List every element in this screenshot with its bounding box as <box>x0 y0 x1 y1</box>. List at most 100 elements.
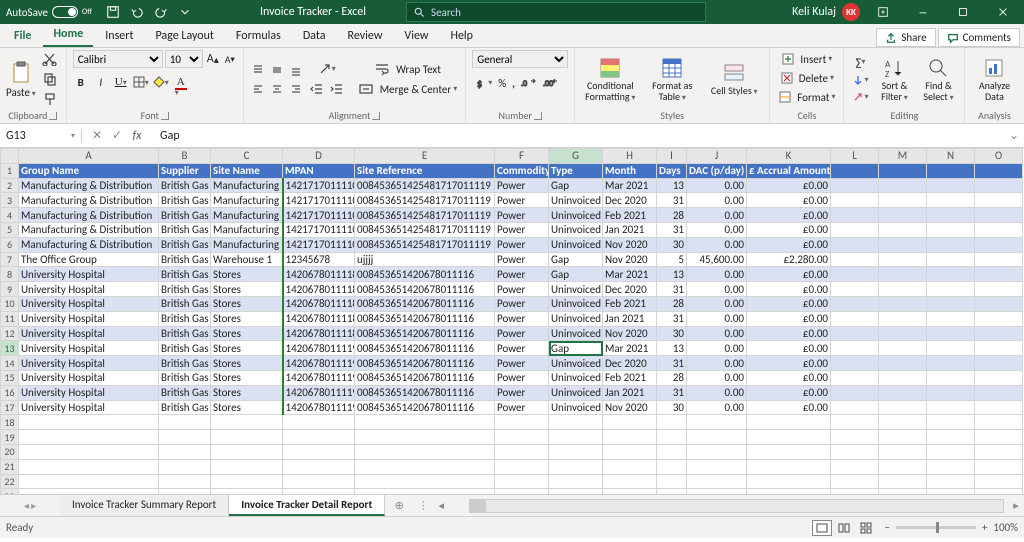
cell[interactable] <box>975 385 1023 400</box>
cell[interactable]: Commodity <box>495 163 549 178</box>
minimize-button[interactable] <box>906 1 940 23</box>
ribbon-options-button[interactable] <box>866 1 900 23</box>
cancel-formula-button[interactable]: ✕ <box>88 128 106 143</box>
cell[interactable]: £0.00 <box>747 370 831 385</box>
cell[interactable]: 1420678011119 <box>283 370 355 385</box>
cell[interactable]: Manufacturing <box>211 178 283 193</box>
worksheet-grid[interactable]: ABCDEFGHIJKLMNO1Group NameSupplierSite N… <box>0 148 1024 494</box>
cell[interactable] <box>975 326 1023 341</box>
cell[interactable] <box>927 444 975 459</box>
cell[interactable] <box>355 415 495 430</box>
cell[interactable]: Power <box>495 296 549 311</box>
cell[interactable]: British Gas <box>159 252 211 267</box>
cell[interactable]: 008453651425481717011119 <box>355 193 495 208</box>
format-painter-button[interactable] <box>40 90 60 108</box>
cell[interactable]: 31 <box>657 193 687 208</box>
decrease-indent-button[interactable] <box>308 80 326 98</box>
cell-styles-button[interactable]: Cell Styles <box>705 61 763 97</box>
cell[interactable]: Uninvoiced <box>549 208 603 223</box>
cell[interactable] <box>879 356 927 371</box>
sheet-tab-detail[interactable]: Invoice Tracker Detail Report <box>229 495 385 516</box>
cell[interactable] <box>549 444 603 459</box>
cell[interactable]: Dec 2020 <box>603 193 657 208</box>
cell[interactable] <box>549 415 603 430</box>
row-header-5[interactable]: 5 <box>1 222 19 237</box>
row-header-20[interactable]: 20 <box>1 444 19 459</box>
normal-view-button[interactable] <box>812 520 832 536</box>
row-header-17[interactable]: 17 <box>1 400 19 415</box>
cell[interactable] <box>211 415 283 430</box>
cell[interactable]: British Gas <box>159 400 211 415</box>
cell[interactable]: 1421717011110 <box>283 208 355 223</box>
row-header-23[interactable]: 23 <box>1 489 19 494</box>
cell[interactable] <box>975 415 1023 430</box>
col-header-M[interactable]: M <box>879 149 927 164</box>
cell[interactable] <box>159 459 211 474</box>
row-header-22[interactable]: 22 <box>1 474 19 489</box>
tab-file[interactable]: File <box>4 25 41 47</box>
cell[interactable]: Dec 2020 <box>603 282 657 297</box>
cell[interactable] <box>927 282 975 297</box>
cell[interactable] <box>747 459 831 474</box>
cell[interactable]: Uninvoiced <box>549 296 603 311</box>
cell[interactable]: £0.00 <box>747 193 831 208</box>
cell[interactable]: British Gas <box>159 267 211 282</box>
cell[interactable] <box>687 459 747 474</box>
conditional-formatting-button[interactable]: Conditional Formatting <box>581 56 639 103</box>
cell[interactable] <box>355 489 495 494</box>
sheet-nav-buttons[interactable]: ◂ ▸ <box>0 495 60 516</box>
cell[interactable]: 0.00 <box>687 356 747 371</box>
cell[interactable]: 008453651420678011116 <box>355 356 495 371</box>
cell[interactable] <box>879 400 927 415</box>
autosave-toggle[interactable]: AutoSave Off <box>0 6 98 19</box>
col-header-C[interactable]: C <box>211 149 283 164</box>
fill-color-button[interactable] <box>153 74 169 90</box>
cell[interactable]: 008453651425481717011119 <box>355 222 495 237</box>
cell[interactable]: DAC (p/day) <box>687 163 747 178</box>
cell[interactable] <box>355 444 495 459</box>
cell[interactable]: 12345678 <box>283 252 355 267</box>
col-header-O[interactable]: O <box>975 149 1023 164</box>
cell[interactable] <box>975 282 1023 297</box>
cell[interactable] <box>831 444 879 459</box>
cell[interactable]: Manufacturing & Distribution <box>19 237 159 252</box>
expand-formula-bar[interactable]: ⌄ <box>1004 128 1024 143</box>
fill-button[interactable] <box>850 72 870 88</box>
align-middle-button[interactable] <box>269 62 285 78</box>
cell[interactable]: Gap <box>549 252 603 267</box>
tab-home[interactable]: Home <box>43 23 93 47</box>
cell[interactable]: Manufacturing <box>211 237 283 252</box>
cell[interactable] <box>879 252 927 267</box>
cell[interactable]: £0.00 <box>747 341 831 356</box>
cell[interactable]: 31 <box>657 356 687 371</box>
cell[interactable]: Power <box>495 178 549 193</box>
cell[interactable]: Power <box>495 282 549 297</box>
cell[interactable]: 1420678011118 <box>283 326 355 341</box>
cell[interactable]: Power <box>495 252 549 267</box>
cell[interactable]: University Hospital <box>19 326 159 341</box>
cell[interactable] <box>549 489 603 494</box>
cell[interactable]: £0.00 <box>747 296 831 311</box>
cell[interactable] <box>831 430 879 445</box>
cell[interactable] <box>879 385 927 400</box>
cell[interactable] <box>927 163 975 178</box>
col-header-I[interactable]: I <box>657 149 687 164</box>
number-launcher[interactable] <box>534 112 542 120</box>
cell[interactable]: 1421717011110 <box>283 178 355 193</box>
cell[interactable] <box>495 459 549 474</box>
cell[interactable]: Power <box>495 237 549 252</box>
tab-data[interactable]: Data <box>293 25 336 47</box>
horizontal-scrollbar[interactable] <box>469 499 1004 513</box>
cell[interactable] <box>879 326 927 341</box>
cell[interactable]: The Office Group <box>19 252 159 267</box>
insert-cells-button[interactable]: Insert <box>779 50 834 68</box>
cell[interactable] <box>19 474 159 489</box>
cut-button[interactable] <box>40 50 60 68</box>
cell[interactable] <box>283 474 355 489</box>
insert-function-button[interactable]: fx <box>128 129 146 143</box>
font-launcher[interactable] <box>161 112 169 120</box>
cell[interactable]: 008453651420678011116 <box>355 296 495 311</box>
cell[interactable] <box>975 267 1023 282</box>
tab-view[interactable]: View <box>394 25 438 47</box>
cell[interactable]: 008453651420678011116 <box>355 400 495 415</box>
